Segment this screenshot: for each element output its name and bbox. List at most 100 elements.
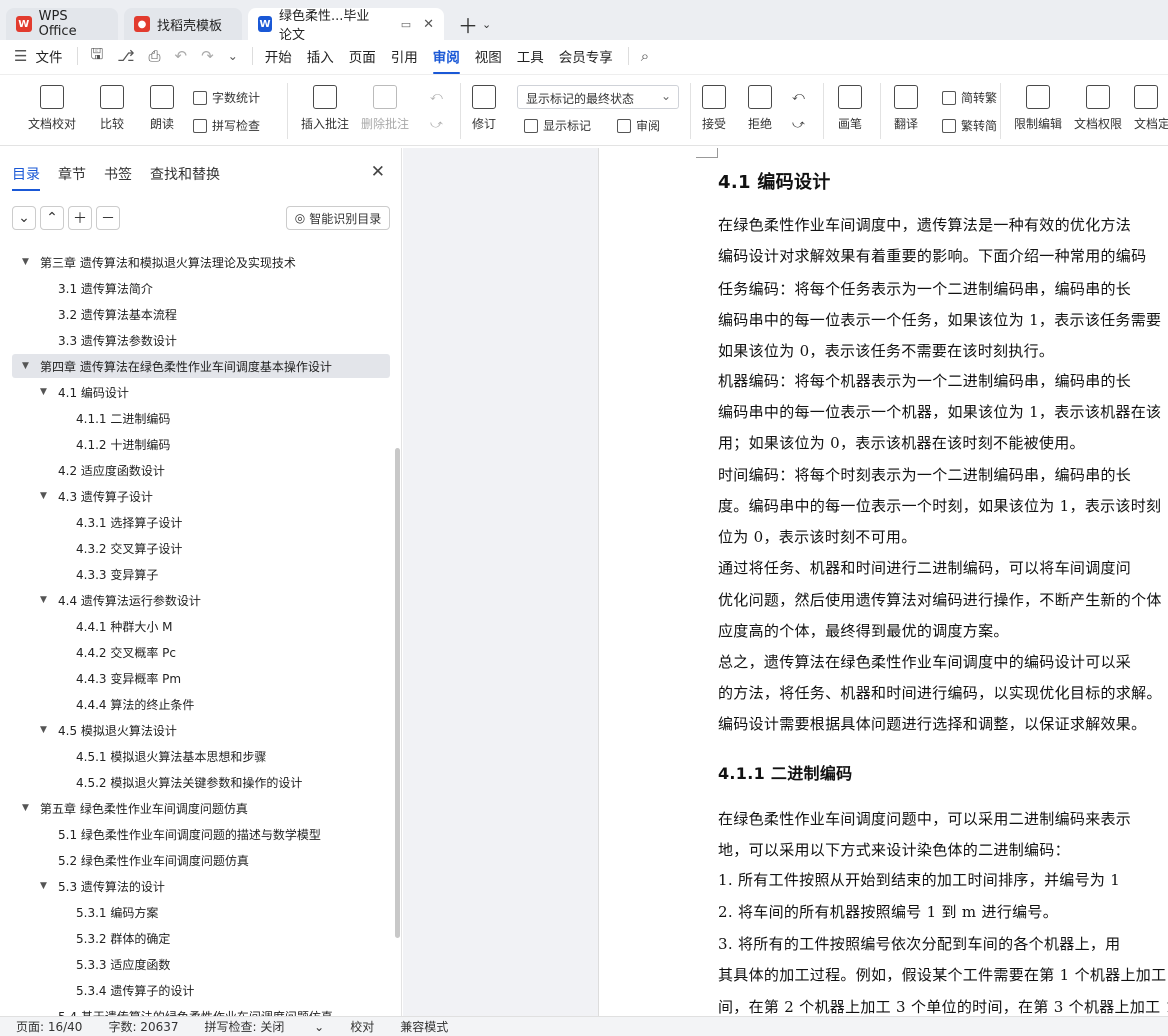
toc-item[interactable]: 4.5.2 模拟退火算法关键参数和操作的设计	[12, 770, 390, 794]
nav-tab-chapter[interactable]: 章节	[58, 164, 86, 184]
redo-icon[interactable]: ↷	[201, 47, 214, 65]
toc-item[interactable]: 5.3.4 遗传算子的设计	[12, 978, 390, 1002]
compare-button[interactable]: 比较	[100, 85, 124, 132]
doc-final-button[interactable]: 文档定稿	[1134, 85, 1168, 132]
tab-wps-office[interactable]: W WPS Office	[6, 8, 118, 40]
expand-arrow-icon[interactable]: ▼	[40, 387, 52, 397]
review-pane-button[interactable]: 审阅	[617, 117, 660, 134]
restrict-edit-button[interactable]: 限制编辑	[1014, 85, 1062, 132]
page-indicator[interactable]: 页面: 16/40	[16, 1018, 82, 1035]
menu-view[interactable]: 视图	[475, 46, 502, 66]
tab-template[interactable]: ● 找稻壳模板	[124, 8, 242, 40]
toc-item[interactable]: ▼ 4.5 模拟退火算法设计	[12, 718, 390, 742]
expand-arrow-icon[interactable]: ▼	[40, 595, 52, 605]
menu-tools[interactable]: 工具	[517, 46, 544, 66]
toc-item[interactable]: 4.2 适应度函数设计	[12, 458, 390, 482]
translate-button[interactable]: 翻译	[894, 85, 918, 132]
smart-toc-button[interactable]: ◎ 智能识别目录	[286, 206, 390, 230]
doc-permission-button[interactable]: 文档权限	[1074, 85, 1122, 132]
menu-member[interactable]: 会员专享	[559, 46, 613, 66]
hamburger-icon[interactable]: ☰	[14, 47, 27, 65]
toc-item[interactable]: 4.4.2 交叉概率 Pc	[12, 640, 390, 664]
expand-arrow-icon[interactable]: ▼	[22, 257, 34, 267]
close-icon[interactable]: ✕	[371, 162, 385, 182]
next-comment-icon[interactable]: ⤻	[430, 117, 443, 132]
show-marks-button[interactable]: 显示标记	[524, 117, 591, 134]
nav-tab-toc[interactable]: 目录	[12, 164, 40, 191]
expand-arrow-icon[interactable]: ▼	[40, 881, 52, 891]
toc-item[interactable]: ▼ 4.3 遗传算子设计	[12, 484, 390, 508]
menu-review[interactable]: 审阅	[432, 46, 460, 74]
to-simplified-button[interactable]: 繁转简	[942, 117, 997, 134]
toc-item[interactable]: 4.3.2 交叉算子设计	[12, 536, 390, 560]
toc-item[interactable]: 5.3.1 编码方案	[12, 900, 390, 924]
toc-item[interactable]: 5.1 绿色柔性作业车间调度问题的描述与数学模型	[12, 822, 390, 846]
toc-item[interactable]: 4.1.2 十进制编码	[12, 432, 390, 456]
word-count[interactable]: 字数: 20637	[108, 1018, 178, 1035]
expand-arrow-icon[interactable]: ▼	[40, 725, 52, 735]
insert-comment-button[interactable]: 插入批注	[301, 85, 349, 132]
menu-file[interactable]: 文件	[35, 46, 62, 66]
tab-window-icon[interactable]: ▭	[401, 18, 411, 31]
chevron-down-icon[interactable]: ⌄	[228, 49, 238, 63]
reject-button[interactable]: 拒绝	[748, 85, 772, 132]
toc-item[interactable]: 5.3.2 群体的确定	[12, 926, 390, 950]
menu-insert[interactable]: 插入	[307, 46, 334, 66]
toc-item[interactable]: ▼ 第五章 绿色柔性作业车间调度问题仿真	[12, 796, 390, 820]
prev-change-icon[interactable]: ⤺	[792, 89, 805, 104]
share-icon[interactable]: ⎇	[117, 47, 134, 65]
toc-item[interactable]: 4.5.1 模拟退火算法基本思想和步骤	[12, 744, 390, 768]
nav-scrollbar[interactable]	[395, 448, 400, 938]
read-aloud-button[interactable]: 朗读	[150, 85, 174, 132]
add-heading-button[interactable]: ＋	[68, 206, 92, 230]
search-icon[interactable]: ⌕	[641, 47, 649, 65]
toc-item[interactable]: 3.3 遗传算法参数设计	[12, 328, 390, 352]
nav-tab-bookmark[interactable]: 书签	[104, 164, 132, 184]
expand-arrow-icon[interactable]: ▼	[22, 361, 34, 371]
toc-item[interactable]: 4.1.1 二进制编码	[12, 406, 390, 430]
toc-item[interactable]: ▼ 4.1 编码设计	[12, 380, 390, 404]
to-traditional-button[interactable]: 简转繁	[942, 89, 997, 106]
spell-check-status[interactable]: 拼写检查: 关闭 ⌄	[205, 1018, 325, 1035]
toc-item[interactable]: 4.4.4 算法的终止条件	[12, 692, 390, 716]
toc-item[interactable]: 4.4.1 种群大小 M	[12, 614, 390, 638]
toc-item[interactable]: ▼ 4.4 遗传算法运行参数设计	[12, 588, 390, 612]
save-icon[interactable]: 🖫	[90, 44, 103, 69]
doc-check-button[interactable]: 文档校对	[28, 85, 76, 132]
toc-item[interactable]: ▼ 5.3 遗传算法的设计	[12, 874, 390, 898]
next-change-icon[interactable]: ⤻	[792, 117, 805, 132]
prev-comment-icon[interactable]: ⤺	[430, 89, 443, 104]
menu-reference[interactable]: 引用	[391, 46, 418, 66]
print-preview-icon[interactable]: ⎙	[149, 47, 161, 65]
word-count-button[interactable]: 字数统计	[193, 89, 260, 106]
toc-item[interactable]: ▼ 第三章 遗传算法和模拟退火算法理论及实现技术	[12, 250, 390, 274]
toc-item[interactable]: 4.3.3 变异算子	[12, 562, 390, 586]
menu-start[interactable]: 开始	[265, 46, 292, 66]
spell-check-button[interactable]: 拼写检查	[193, 117, 260, 134]
new-tab-button[interactable]: ＋ ⌄	[458, 8, 491, 40]
toc-item[interactable]: 3.2 遗传算法基本流程	[12, 302, 390, 326]
pen-button[interactable]: 画笔	[838, 85, 862, 132]
tab-document[interactable]: W 绿色柔性...毕业论文 ▭ ✕	[248, 8, 444, 43]
delete-comment-button[interactable]: 删除批注	[361, 85, 409, 132]
display-mode-select[interactable]: 显示标记的最终状态 ⌄	[517, 85, 679, 109]
remove-heading-button[interactable]: －	[96, 206, 120, 230]
toc-item[interactable]: 3.1 遗传算法简介	[12, 276, 390, 300]
toc-item[interactable]: 4.3.1 选择算子设计	[12, 510, 390, 534]
close-tab-icon[interactable]: ✕	[423, 17, 434, 32]
menu-page[interactable]: 页面	[349, 46, 376, 66]
revise-button[interactable]: 修订	[472, 85, 496, 132]
accept-button[interactable]: 接受	[702, 85, 726, 132]
nav-tab-find-replace[interactable]: 查找和替换	[150, 164, 220, 184]
toc-item[interactable]: 4.4.3 变异概率 Pm	[12, 666, 390, 690]
doc-paragraph-line: 时间编码：将每个时刻表示为一个二进制编码串，编码串的长	[718, 466, 1132, 484]
proof-status[interactable]: 校对	[350, 1018, 374, 1035]
undo-icon[interactable]: ↶	[175, 47, 188, 65]
toc-item[interactable]: 5.3.3 适应度函数	[12, 952, 390, 976]
expand-down-button[interactable]: ⌄	[12, 206, 36, 230]
expand-arrow-icon[interactable]: ▼	[22, 803, 34, 813]
toc-item[interactable]: ▼ 第四章 遗传算法在绿色柔性作业车间调度基本操作设计	[12, 354, 390, 378]
toc-item[interactable]: 5.2 绿色柔性作业车间调度问题仿真	[12, 848, 390, 872]
collapse-up-button[interactable]: ⌃	[40, 206, 64, 230]
expand-arrow-icon[interactable]: ▼	[40, 491, 52, 501]
